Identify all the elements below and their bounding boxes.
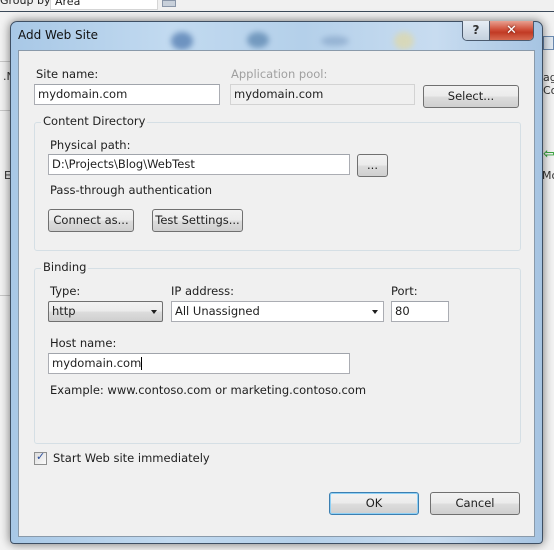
test-settings-button[interactable]: Test Settings... xyxy=(152,209,243,232)
add-web-site-dialog: Add Web Site ? ✕ Site name: mydomain.com… xyxy=(10,21,543,544)
site-name-input[interactable]: mydomain.com xyxy=(34,84,220,105)
background-text: Mo xyxy=(542,169,554,182)
ip-address-label: IP address: xyxy=(171,284,235,298)
type-value: http xyxy=(52,304,76,318)
start-immediately-checkbox[interactable]: ✓ xyxy=(34,450,47,465)
ip-address-dropdown[interactable]: All Unassigned xyxy=(171,301,384,322)
titlebar-decoration xyxy=(321,36,349,46)
titlebar-decoration xyxy=(247,32,269,48)
background-toolbar: Group by: Area xyxy=(0,0,554,12)
help-button[interactable]: ? xyxy=(463,21,490,40)
group-by-label: Group by: xyxy=(0,0,54,7)
green-arrow-icon: ⇦ xyxy=(543,146,554,162)
ip-address-value: All Unassigned xyxy=(175,304,260,318)
content-directory-legend: Content Directory xyxy=(41,114,148,128)
close-icon: ✕ xyxy=(506,23,517,38)
background-text: Cor xyxy=(543,84,554,97)
dialog-title: Add Web Site xyxy=(18,28,99,42)
host-name-label: Host name: xyxy=(50,336,117,350)
text-caret xyxy=(141,357,143,370)
background-text: age xyxy=(543,71,554,84)
dialog-body: Site name: mydomain.com Application pool… xyxy=(18,50,535,537)
background-divider xyxy=(0,110,10,111)
pass-through-auth-label: Pass-through authentication xyxy=(50,183,213,197)
browse-button[interactable]: ... xyxy=(357,154,388,177)
background-list-icon xyxy=(543,36,554,50)
type-dropdown[interactable]: http xyxy=(48,301,163,322)
titlebar-decoration xyxy=(171,32,193,50)
physical-path-label: Physical path: xyxy=(50,138,131,152)
application-pool-label: Application pool: xyxy=(231,67,328,81)
site-name-label: Site name: xyxy=(36,67,99,81)
physical-path-input[interactable]: D:\Projects\Blog\WebTest xyxy=(48,154,350,175)
group-by-dropdown[interactable]: Area xyxy=(50,0,158,10)
connect-as-button[interactable]: Connect as... xyxy=(48,209,134,232)
view-toggle-icon[interactable] xyxy=(162,0,176,7)
application-pool-field: mydomain.com xyxy=(230,84,415,105)
host-name-input[interactable]: mydomain.com xyxy=(48,353,350,374)
type-label: Type: xyxy=(50,284,81,298)
titlebar-decoration xyxy=(394,32,414,50)
host-name-value: mydomain.com xyxy=(52,356,142,370)
background-divider xyxy=(0,295,10,296)
cancel-button[interactable]: Cancel xyxy=(430,492,520,515)
checkmark-icon: ✓ xyxy=(36,450,46,463)
ok-button[interactable]: OK xyxy=(329,492,419,515)
select-button[interactable]: Select... xyxy=(423,85,519,108)
background-divider xyxy=(0,61,10,62)
port-label: Port: xyxy=(391,284,418,298)
port-input[interactable]: 80 xyxy=(391,301,449,322)
start-immediately-label[interactable]: Start Web site immediately xyxy=(53,451,210,465)
host-name-example: Example: www.contoso.com or marketing.co… xyxy=(50,383,367,397)
help-icon: ? xyxy=(472,23,480,37)
chevron-down-icon xyxy=(151,310,157,314)
chevron-down-icon xyxy=(372,310,378,314)
close-button[interactable]: ✕ xyxy=(490,21,533,40)
caption-buttons: ? ✕ xyxy=(462,21,534,41)
binding-legend: Binding xyxy=(41,260,89,274)
